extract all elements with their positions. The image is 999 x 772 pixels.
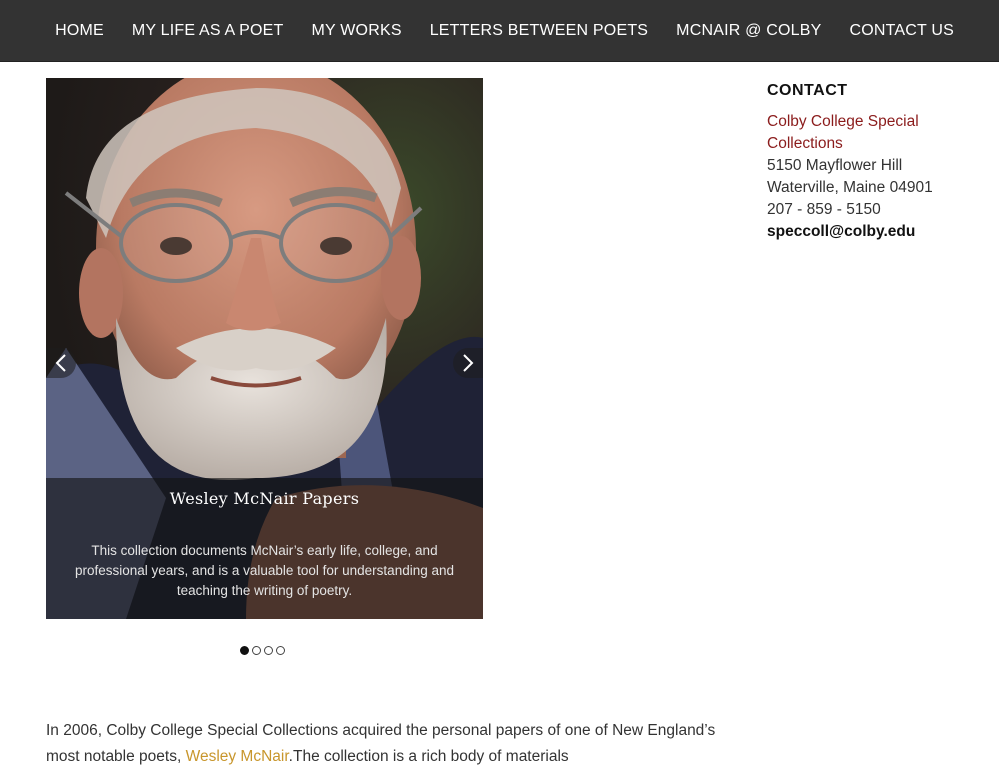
contact-org-line-1: Colby College Special [767, 113, 919, 130]
top-navigation: HOME MY LIFE AS A POET MY WORKS LETTERS … [0, 0, 999, 62]
wesley-mcnair-link[interactable]: Wesley McNair [186, 748, 289, 765]
nav-item-my-life-as-a-poet[interactable]: MY LIFE AS A POET [132, 22, 284, 40]
slider-prev-button[interactable] [46, 348, 76, 378]
slide-caption-title: Wesley McNair Papers [169, 489, 360, 508]
contact-heading: CONTACT [767, 82, 848, 99]
slider-dot-2[interactable] [252, 646, 261, 655]
contact-address-2: Waterville, Maine 04901 [767, 179, 933, 196]
slider-next-button[interactable] [453, 348, 483, 378]
nav-item-letters-between-poets[interactable]: LETTERS BETWEEN POETS [430, 22, 648, 40]
contact-org-line-2: Collections [767, 135, 843, 152]
contact-email-link[interactable]: speccoll@colby.edu [767, 221, 987, 243]
slider-dot-3[interactable] [264, 646, 273, 655]
nav-item-mcnair-at-colby[interactable]: MCNAIR @ COLBY [676, 22, 821, 40]
intro-text-after: .The collection is a rich body of materi… [288, 748, 569, 765]
contact-phone: 207 - 859 - 5150 [767, 201, 881, 218]
contact-widget: CONTACT Colby College Special Collection… [767, 80, 987, 243]
nav-menu: HOME MY LIFE AS A POET MY WORKS LETTERS … [27, 0, 954, 61]
nav-item-home[interactable]: HOME [55, 22, 104, 40]
nav-item-my-works[interactable]: MY WORKS [312, 22, 402, 40]
slider-pagination [240, 646, 288, 655]
slider-dot-1[interactable] [240, 646, 249, 655]
chevron-left-icon [55, 354, 66, 372]
slide-caption-text: This collection documents McNair’s early… [75, 543, 454, 598]
chevron-right-icon [463, 354, 474, 372]
slide-caption: Wesley McNair Papers This collection doc… [46, 478, 483, 619]
nav-item-contact-us[interactable]: CONTACT US [849, 22, 954, 40]
contact-address-1: 5150 Mayflower Hill [767, 157, 903, 174]
intro-paragraph: In 2006, Colby College Special Collectio… [46, 718, 746, 770]
image-slider[interactable]: Wesley McNair Papers This collection doc… [46, 78, 483, 619]
contact-org-link[interactable]: Colby College Special Collections [767, 111, 987, 155]
slider-dot-4[interactable] [276, 646, 285, 655]
